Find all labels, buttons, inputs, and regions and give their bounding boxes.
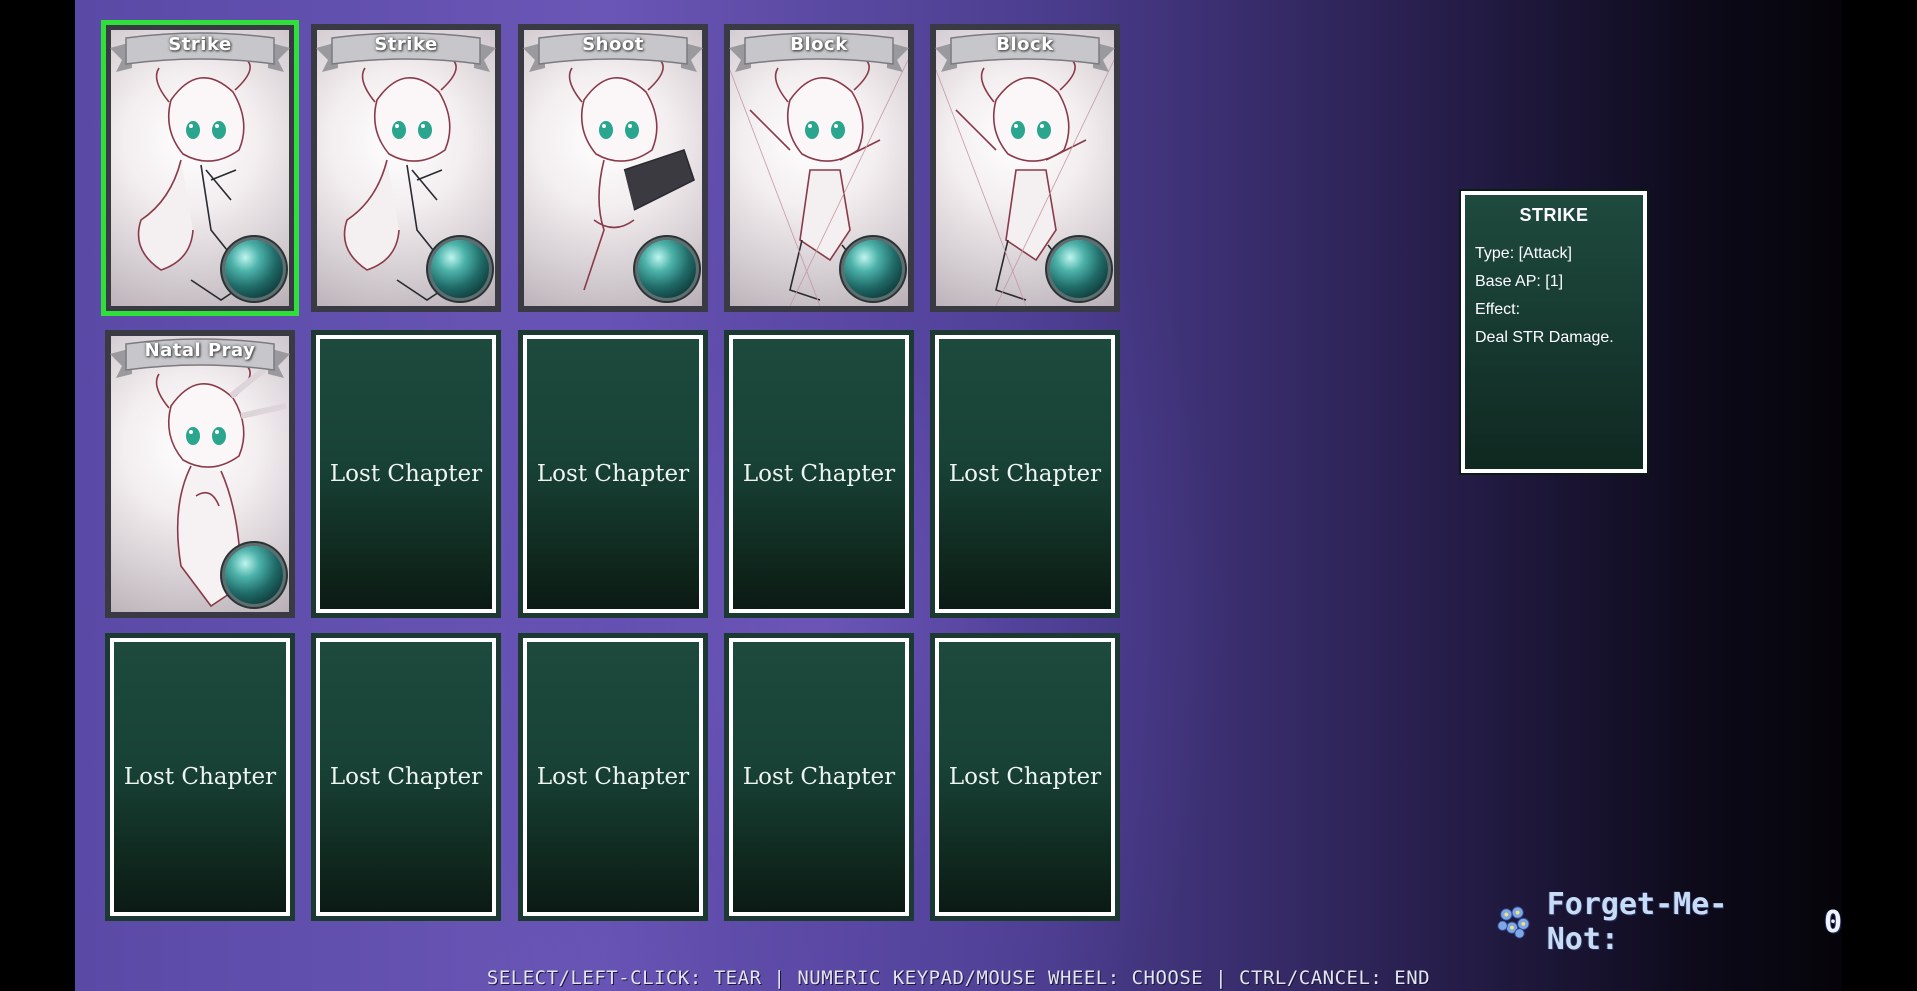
controls-hint: SELECT/LEFT-CLICK: TEAR | NUMERIC KEYPAD… bbox=[486, 967, 1431, 989]
card-lost-chapter[interactable]: Lost Chapter bbox=[518, 330, 708, 618]
card-lost-chapter[interactable]: Lost Chapter bbox=[724, 633, 914, 921]
card-banner: Block bbox=[935, 28, 1115, 74]
card-title: Strike bbox=[168, 34, 232, 55]
card-shoot[interactable]: Shoot bbox=[518, 24, 708, 312]
card-orb-icon bbox=[431, 240, 489, 298]
card-lost-inner: Lost Chapter bbox=[935, 335, 1115, 613]
card-title: Block bbox=[790, 34, 848, 55]
card-info-effect-text: Deal STR Damage. bbox=[1475, 329, 1614, 346]
card-lost-label: Lost Chapter bbox=[536, 461, 690, 487]
card-lost-chapter[interactable]: Lost Chapter bbox=[724, 330, 914, 618]
card-block[interactable]: Block bbox=[930, 24, 1120, 312]
card-lost-inner: Lost Chapter bbox=[110, 638, 290, 916]
card-strike[interactable]: Strike bbox=[101, 20, 299, 316]
forget-me-not-flower-icon bbox=[1497, 906, 1530, 939]
card-lost-inner: Lost Chapter bbox=[316, 638, 496, 916]
card-lost-chapter[interactable]: Lost Chapter bbox=[930, 633, 1120, 921]
card-lost-chapter[interactable]: Lost Chapter bbox=[311, 330, 501, 618]
card-lost-chapter[interactable]: Lost Chapter bbox=[930, 330, 1120, 618]
card-natal-pray[interactable]: Natal Pray bbox=[105, 330, 295, 618]
card-lost-label: Lost Chapter bbox=[329, 764, 483, 790]
card-lost-inner: Lost Chapter bbox=[935, 638, 1115, 916]
card-banner: Strike bbox=[110, 28, 290, 74]
card-block[interactable]: Block bbox=[724, 24, 914, 312]
card-lost-chapter[interactable]: Lost Chapter bbox=[311, 633, 501, 921]
card-orb-icon bbox=[1050, 240, 1108, 298]
game-stage: Strike Strike Shoot Block Block Natal Pr… bbox=[75, 0, 1842, 991]
forget-me-not-counter: Forget-Me-Not: 0 bbox=[1495, 887, 1842, 957]
card-lost-chapter[interactable]: Lost Chapter bbox=[518, 633, 708, 921]
card-info-type: Type: [Attack] bbox=[1475, 245, 1572, 262]
card-lost-label: Lost Chapter bbox=[536, 764, 690, 790]
card-banner: Natal Pray bbox=[110, 334, 290, 380]
card-banner: Block bbox=[729, 28, 909, 74]
card-title: Natal Pray bbox=[144, 340, 256, 361]
card-info-ap: Base AP: [1] bbox=[1475, 273, 1564, 290]
card-lost-inner: Lost Chapter bbox=[523, 335, 703, 613]
card-orb-icon bbox=[638, 240, 696, 298]
forget-me-not-value: 0 bbox=[1823, 904, 1842, 940]
card-lost-inner: Lost Chapter bbox=[729, 638, 909, 916]
card-lost-inner: Lost Chapter bbox=[729, 335, 909, 613]
card-lost-label: Lost Chapter bbox=[123, 764, 277, 790]
card-info-panel: STRIKE Type: [Attack] Base AP: [1] Effec… bbox=[1461, 191, 1647, 473]
card-lost-label: Lost Chapter bbox=[742, 461, 896, 487]
card-title: Block bbox=[996, 34, 1054, 55]
card-lost-label: Lost Chapter bbox=[742, 764, 896, 790]
card-orb-icon bbox=[225, 546, 283, 604]
card-lost-label: Lost Chapter bbox=[329, 461, 483, 487]
card-lost-label: Lost Chapter bbox=[948, 764, 1102, 790]
card-title: Shoot bbox=[582, 34, 644, 55]
card-info-effect-label: Effect: bbox=[1475, 301, 1521, 318]
card-orb-icon bbox=[225, 240, 283, 298]
card-orb-icon bbox=[844, 240, 902, 298]
card-lost-inner: Lost Chapter bbox=[523, 638, 703, 916]
card-title: Strike bbox=[374, 34, 438, 55]
card-lost-inner: Lost Chapter bbox=[316, 335, 496, 613]
card-strike[interactable]: Strike bbox=[311, 24, 501, 312]
card-banner: Shoot bbox=[523, 28, 703, 74]
card-lost-chapter[interactable]: Lost Chapter bbox=[105, 633, 295, 921]
forget-me-not-label: Forget-Me-Not: bbox=[1546, 887, 1728, 957]
card-lost-label: Lost Chapter bbox=[948, 461, 1102, 487]
card-info-title: STRIKE bbox=[1519, 205, 1589, 225]
card-banner: Strike bbox=[316, 28, 496, 74]
